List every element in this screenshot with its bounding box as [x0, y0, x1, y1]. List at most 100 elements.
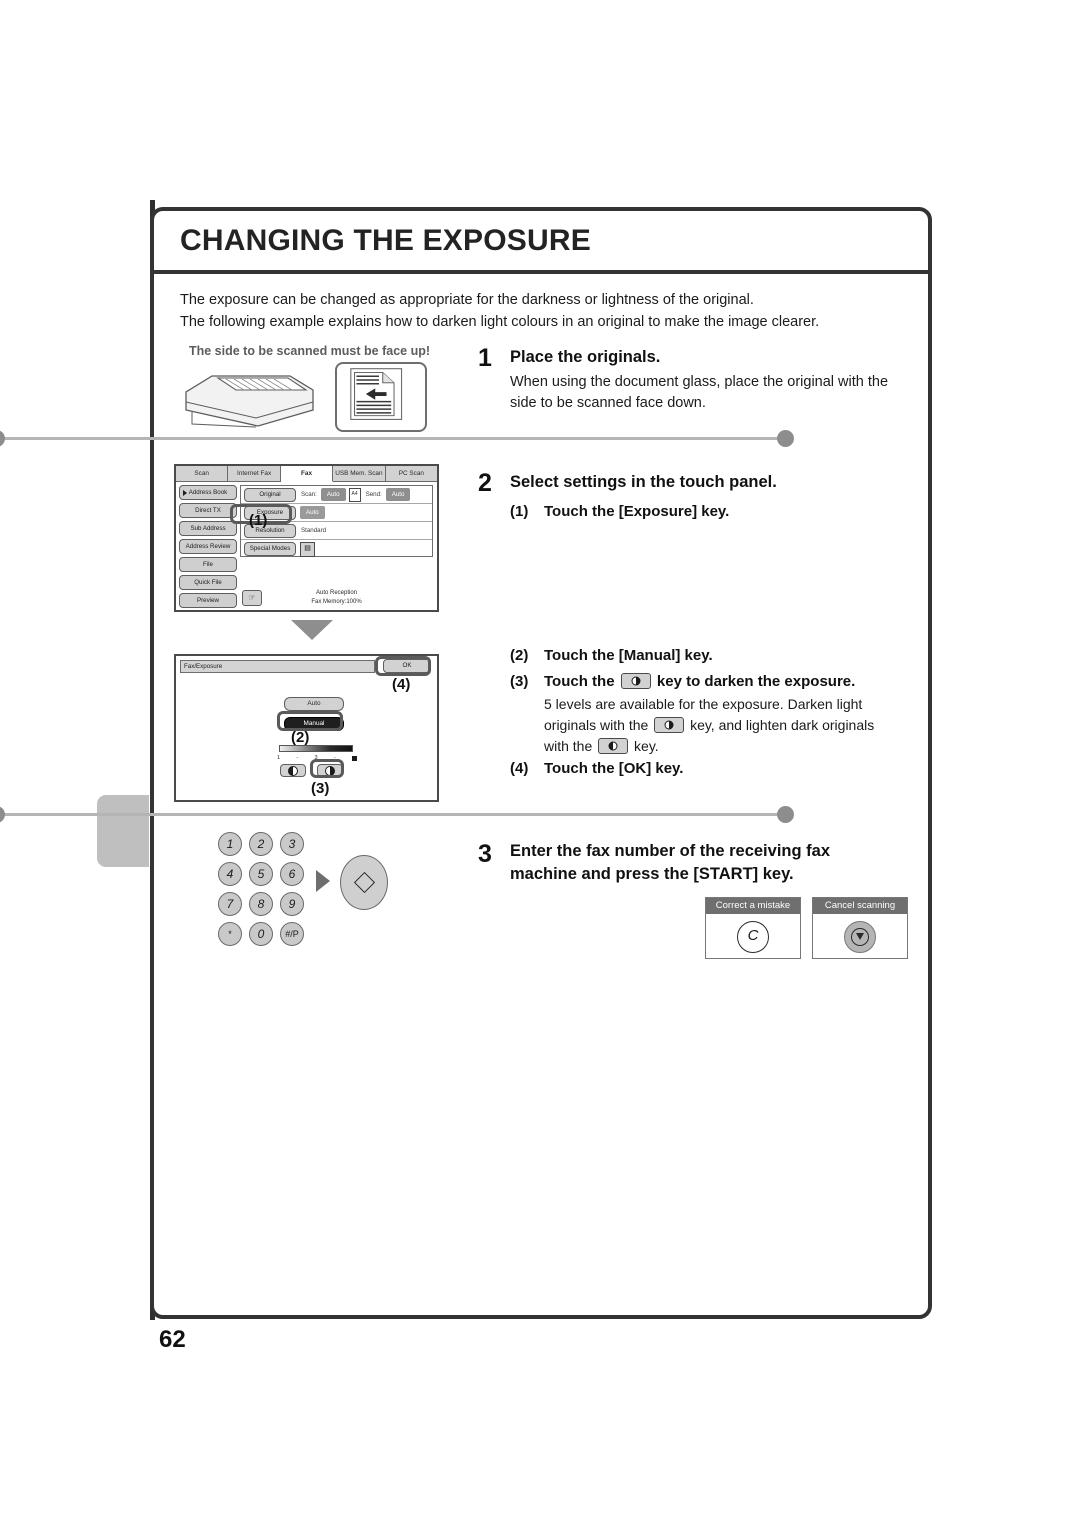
address-review-button[interactable]: Address Review: [179, 539, 237, 554]
send-value: Auto: [385, 488, 411, 501]
start-key-icon[interactable]: [340, 855, 388, 910]
substep-3-line-2: originals with the key, and lighten dark…: [544, 715, 924, 736]
page-number: 62: [159, 1326, 186, 1353]
arrow-right-icon: [316, 870, 330, 892]
substep-3-text-before: Touch the: [544, 673, 615, 690]
clear-key-icon[interactable]: C: [737, 920, 769, 953]
keypad-row: * 0 #/P: [218, 922, 306, 946]
file-button[interactable]: File: [179, 557, 237, 572]
quick-file-button[interactable]: Quick File: [179, 575, 237, 590]
key-hash-p[interactable]: #/P: [280, 922, 304, 946]
substep-3-text-after: key to darken the exposure.: [656, 673, 856, 690]
correct-mistake-body: C: [706, 914, 800, 959]
faceup-caption: The side to be scanned must be face up!: [188, 344, 431, 358]
address-book-button[interactable]: Address Book: [179, 485, 237, 500]
key-0[interactable]: 0: [249, 922, 273, 946]
numeric-keypad[interactable]: 1 2 3 4 5 6 7 8 9 * 0 #/P: [218, 832, 306, 952]
arrow-down-icon: [291, 620, 333, 640]
manual-key-highlight: [277, 711, 343, 731]
tick-5-marker: [352, 755, 357, 761]
keypad-row: 7 8 9: [218, 892, 306, 916]
original-document-icon: [335, 362, 427, 432]
substep-1-text: Touch the [Exposure] key.: [544, 503, 730, 520]
panel2-header: Fax/Exposure: [180, 660, 375, 673]
key-7[interactable]: 7: [218, 892, 242, 916]
tab-fax[interactable]: Fax: [280, 466, 334, 482]
tab-internet-fax[interactable]: Internet Fax: [228, 466, 281, 482]
key-8[interactable]: 8: [249, 892, 273, 916]
manual-page: CHANGING THE EXPOSURE The exposure can b…: [0, 0, 1080, 1528]
callout-3: (3): [311, 780, 330, 797]
step-2-number: 2: [478, 469, 492, 497]
lighten-exposure-button[interactable]: [280, 764, 306, 777]
status-line-1: Auto Reception: [315, 590, 358, 596]
keypad-row: 1 2 3: [218, 832, 306, 856]
callout-1: (1): [249, 512, 268, 529]
send-label: Send:: [365, 491, 382, 498]
step-1-number: 1: [478, 344, 492, 372]
intro-line-2: The following example explains how to da…: [180, 314, 820, 330]
key-5[interactable]: 5: [249, 862, 273, 886]
direct-tx-button[interactable]: Direct TX: [179, 503, 237, 518]
stop-key-icon[interactable]: [844, 920, 876, 953]
tick-1: 1: [277, 755, 281, 761]
substep-3-number: (3): [510, 673, 529, 690]
step-3-number: 3: [478, 840, 492, 868]
exposure-level-bar: [279, 745, 353, 752]
substep-3-line-3: with the key.: [544, 736, 924, 757]
scan-label: Scan:: [301, 491, 317, 498]
auto-exposure-button[interactable]: Auto: [284, 697, 344, 711]
section-divider-1: [0, 430, 794, 447]
sub-address-button[interactable]: Sub Address: [179, 521, 237, 536]
key-2[interactable]: 2: [249, 832, 273, 856]
divider-knob-right: [777, 430, 794, 447]
substep-4-text: Touch the [OK] key.: [544, 760, 684, 777]
key-3[interactable]: 3: [280, 832, 304, 856]
ok-key-highlight: [375, 656, 431, 676]
paper-size-icon: A4: [348, 487, 361, 502]
key-1[interactable]: 1: [218, 832, 242, 856]
callout-4: (4): [392, 676, 411, 693]
original-row: Original Scan: Auto A4 Send: Auto: [241, 486, 432, 504]
substep-3-line-2-after: key, and lighten dark originals: [690, 717, 875, 733]
cancel-scanning-callout: Cancel scanning: [812, 897, 908, 959]
darken-exposure-icon: [654, 717, 685, 733]
stop-inner-ring: [851, 927, 869, 946]
correct-mistake-callout: Correct a mistake C: [705, 897, 801, 959]
section-divider-2: [0, 806, 794, 823]
substep-2-number: (2): [510, 647, 529, 664]
substep-3-line-2-before: originals with the: [544, 717, 649, 733]
key-asterisk[interactable]: *: [218, 922, 242, 946]
key-4[interactable]: 4: [218, 862, 242, 886]
document-file-icon[interactable]: ▤: [300, 541, 315, 557]
key-6[interactable]: 6: [280, 862, 304, 886]
preview-button[interactable]: Preview: [179, 593, 237, 608]
correct-mistake-caption: Correct a mistake: [706, 898, 800, 914]
original-button[interactable]: Original: [244, 487, 296, 502]
darken-exposure-icon: [620, 673, 651, 689]
lighten-exposure-icon: [598, 738, 629, 754]
panel-status: Auto Reception Fax Memory:100%: [240, 589, 433, 606]
callout-2: (2): [291, 729, 310, 746]
resolution-value: Standard: [301, 527, 327, 534]
tab-pc-scan[interactable]: PC Scan: [385, 466, 438, 482]
touch-panel-fax-base-screen[interactable]: Scan Internet Fax Fax USB Mem. Scan PC S…: [174, 464, 439, 612]
step-2-heading: Select settings in the touch panel.: [510, 473, 777, 491]
substep-4: (4) Touch the [OK] key.: [510, 758, 683, 780]
step-3-heading: Enter the fax number of the receiving fa…: [510, 840, 910, 886]
intro-line-1: The exposure can be changed as appropria…: [180, 292, 754, 308]
tab-usb-mem-scan[interactable]: USB Mem. Scan: [333, 466, 386, 482]
step-1-body: When using the document glass, place the…: [510, 374, 889, 411]
keypad-row: 4 5 6: [218, 862, 306, 886]
exposure-value: Auto: [300, 506, 325, 519]
panel-tab-row: Scan Internet Fax Fax USB Mem. Scan PC S…: [176, 466, 438, 482]
substep-3-body: 5 levels are available for the exposure.…: [544, 694, 924, 757]
substep-3-line-3-before: with the: [544, 738, 593, 754]
divider-knob-left: [0, 806, 5, 823]
key-9[interactable]: 9: [280, 892, 304, 916]
special-modes-button[interactable]: Special Modes: [244, 542, 296, 556]
tab-scan[interactable]: Scan: [176, 466, 229, 482]
cancel-scanning-body: [813, 914, 907, 959]
substep-1-number: (1): [510, 503, 529, 520]
substep-2-text: Touch the [Manual] key.: [544, 647, 713, 664]
